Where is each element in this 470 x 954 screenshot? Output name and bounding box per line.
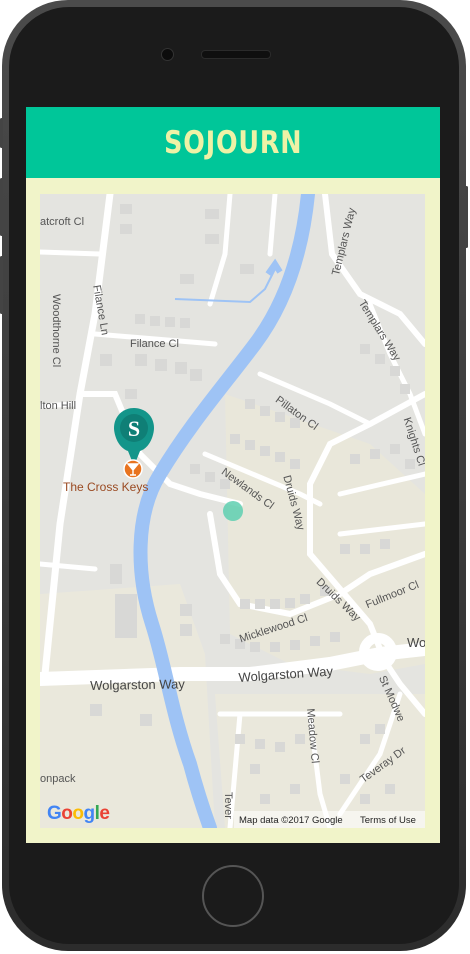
- street-label: Tever: [222, 792, 234, 819]
- google-logo: Google: [47, 803, 110, 824]
- app-screen: SOJOURN S atcroft Cl Filance Ln Filance …: [26, 107, 440, 843]
- terms-of-use-link[interactable]: Terms of Use: [360, 815, 416, 826]
- power-button: [465, 186, 468, 248]
- place-label: onpack: [40, 773, 76, 785]
- street-label: Woodthorne Cl: [50, 294, 62, 368]
- street-label: atcroft Cl: [40, 216, 85, 228]
- map-data-attribution: Map data ©2017 Google: [239, 815, 343, 826]
- poi-label-the-cross-keys[interactable]: The Cross Keys: [63, 480, 148, 494]
- earpiece-speaker: [201, 50, 271, 59]
- mute-switch: [0, 118, 3, 148]
- marker-letter: S: [128, 416, 140, 441]
- street-label: Wolgarston Way: [90, 676, 185, 693]
- home-button[interactable]: [202, 865, 264, 927]
- street-label: lton Hill: [40, 400, 77, 412]
- volume-down-button: [0, 256, 3, 314]
- front-camera: [161, 48, 174, 61]
- location-dot[interactable]: [223, 501, 243, 521]
- street-label: Wo: [407, 635, 425, 650]
- map-view[interactable]: S atcroft Cl Filance Ln Filance Cl Woodt…: [40, 194, 425, 828]
- street-label: Filance Cl: [130, 338, 179, 350]
- stream: [174, 268, 276, 304]
- volume-up-button: [0, 178, 3, 236]
- app-title: SOJOURN: [163, 124, 303, 161]
- app-header: SOJOURN: [26, 107, 440, 178]
- bar-icon[interactable]: [123, 459, 143, 479]
